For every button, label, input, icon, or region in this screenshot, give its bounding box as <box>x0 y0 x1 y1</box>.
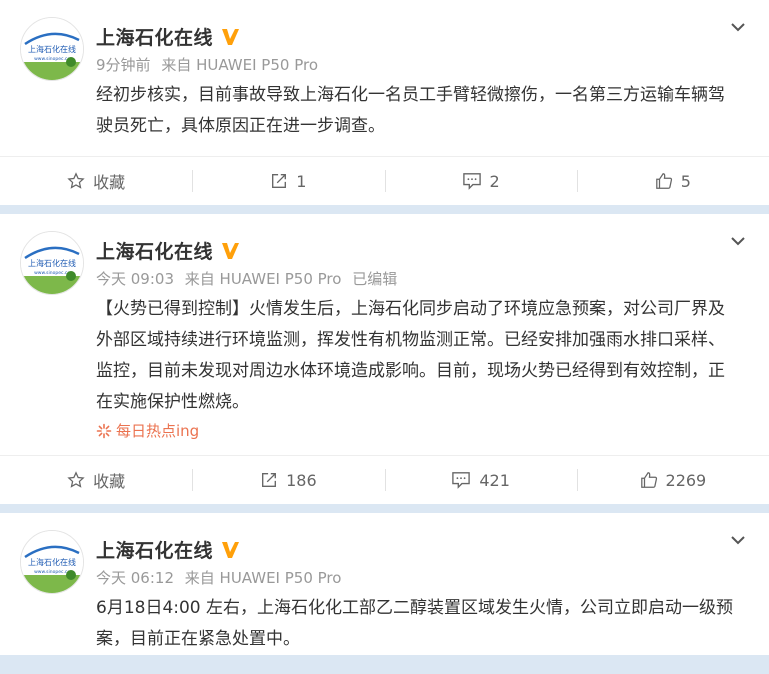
repost-button[interactable]: 1 <box>192 157 384 205</box>
svg-text:上海石化在线: 上海石化在线 <box>28 258 76 268</box>
star-icon <box>67 172 85 189</box>
chevron-down-icon[interactable] <box>727 230 749 252</box>
comment-button[interactable]: 2 <box>384 157 577 205</box>
action-bar: 收藏 186 421 2269 <box>0 455 769 504</box>
like-button[interactable]: 2269 <box>576 456 769 504</box>
topic-link[interactable]: 每日热点ing <box>96 420 745 441</box>
author-name[interactable]: 上海石化在线 <box>96 23 213 50</box>
post-text: 【火势已得到控制】火情发生后，上海石化同步启动了环境应急预案，对公司厂界及外部区… <box>96 299 725 412</box>
post-time[interactable]: 今天 09:03 <box>96 270 174 288</box>
repost-icon <box>262 473 277 487</box>
like-button[interactable]: 5 <box>576 157 769 205</box>
post-text: 6月18日4:00 左右，上海石化化工部乙二醇装置区域发生火情，公司立即启动一级… <box>96 598 734 649</box>
post-card: 上海石化在线 www.sinopec.cc 上海石化在线 今天 09:03 来自… <box>0 214 769 504</box>
verified-icon <box>222 542 240 558</box>
svg-text:www.sinopec.cc: www.sinopec.cc <box>34 56 70 62</box>
author-name[interactable]: 上海石化在线 <box>96 536 213 563</box>
comment-button[interactable]: 421 <box>384 456 577 504</box>
post-meta: 9分钟前 来自 HUAWEI P50 Pro <box>96 54 745 76</box>
post-source: 来自 HUAWEI P50 Pro <box>184 270 342 288</box>
post-meta: 今天 06:12 来自 HUAWEI P50 Pro <box>96 567 745 589</box>
post-source: 来自 HUAWEI P50 Pro <box>184 569 342 587</box>
post-text: 经初步核实，目前事故导致上海石化一名员工手臂轻微擦伤，一名第三方运输车辆驾驶员死… <box>96 85 725 136</box>
comment-icon <box>452 472 471 489</box>
post-meta: 今天 09:03 来自 HUAWEI P50 Pro 已编辑 <box>96 268 745 290</box>
weibo-feed: 上海石化在线 www.sinopec.cc 上海石化在线 9分钟前 来自 HUA… <box>0 0 769 655</box>
avatar[interactable]: 上海石化在线 www.sinopec.cc <box>20 530 84 594</box>
svg-text:www.sinopec.cc: www.sinopec.cc <box>34 569 70 575</box>
verified-icon <box>222 29 240 45</box>
author-name[interactable]: 上海石化在线 <box>96 237 213 264</box>
comment-icon <box>462 173 481 190</box>
post-card: 上海石化在线 www.sinopec.cc 上海石化在线 今天 06:12 来自… <box>0 513 769 655</box>
favorite-button[interactable]: 收藏 <box>0 456 192 504</box>
post-time[interactable]: 9分钟前 <box>96 56 151 74</box>
chevron-down-icon[interactable] <box>727 529 749 551</box>
repost-button[interactable]: 186 <box>192 456 384 504</box>
svg-text:www.sinopec.cc: www.sinopec.cc <box>34 270 70 276</box>
thumbs-up-icon <box>655 173 672 189</box>
repost-icon <box>272 174 287 188</box>
star-icon <box>67 471 85 488</box>
avatar[interactable]: 上海石化在线 www.sinopec.cc <box>20 17 84 81</box>
post-time[interactable]: 今天 06:12 <box>96 569 174 587</box>
hot-topic-icon <box>96 423 112 438</box>
chevron-down-icon[interactable] <box>727 16 749 38</box>
thumbs-up-icon <box>640 472 657 488</box>
post-source: 来自 HUAWEI P50 Pro <box>161 56 318 74</box>
edited-label[interactable]: 已编辑 <box>352 270 397 288</box>
svg-text:上海石化在线: 上海石化在线 <box>28 557 76 567</box>
verified-icon <box>222 243 240 259</box>
svg-text:上海石化在线: 上海石化在线 <box>28 44 76 54</box>
post-card: 上海石化在线 www.sinopec.cc 上海石化在线 9分钟前 来自 HUA… <box>0 0 769 205</box>
avatar[interactable]: 上海石化在线 www.sinopec.cc <box>20 231 84 295</box>
action-bar: 收藏 1 2 5 <box>0 156 769 205</box>
favorite-button[interactable]: 收藏 <box>0 157 192 205</box>
